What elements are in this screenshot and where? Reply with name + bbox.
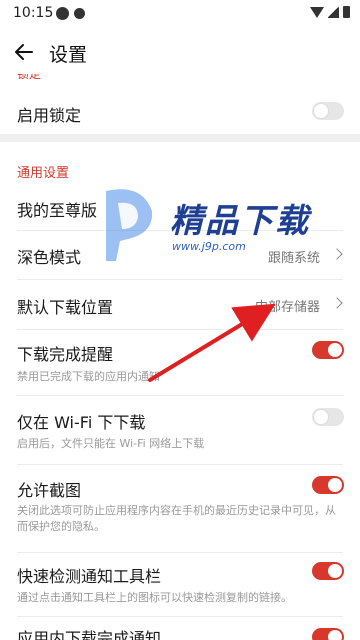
wifi-only-subtitle: 启用后，文件只能在 Wi-Fi 网络上下载 [17, 437, 205, 450]
toggle-knob [328, 564, 342, 578]
app-bar: 设置 [0, 26, 360, 78]
lock-row[interactable]: 启用锁定 [0, 92, 360, 132]
status-bar: 10:15 [0, 0, 360, 26]
download-location-row[interactable]: 默认下载位置 内部存储器 [0, 282, 360, 328]
battery-icon [343, 6, 350, 18]
clipped-section-title: 锁定 [17, 74, 45, 80]
download-complete-toggle[interactable] [312, 341, 344, 359]
play-icon [74, 8, 85, 19]
divider [17, 616, 343, 617]
lock-toggle[interactable] [312, 102, 344, 120]
toggle-knob [328, 478, 342, 492]
download-location-title: 默认下载位置 [17, 298, 114, 317]
quick-detect-row[interactable]: 快速检测通知工具栏 通过点击通知工具栏上的图标可以快速检测复制的链接。 [0, 554, 360, 610]
wifi-only-row[interactable]: 仅在 Wi-Fi 下下载 启用后，文件只能在 Wi-Fi 网络上下载 [0, 400, 360, 460]
section-title-general: 通用设置 [17, 166, 70, 181]
in-app-download-row[interactable]: 应用内下载完成通知 [0, 620, 360, 640]
download-complete-subtitle: 禁用已完成下载的应用内通知 [17, 370, 160, 383]
dark-mode-value: 跟随系统 [267, 251, 320, 266]
supreme-title: 我的至尊版 [17, 201, 98, 220]
toggle-knob [328, 630, 342, 640]
divider [17, 279, 343, 280]
chevron-right-icon [331, 297, 343, 309]
divider [17, 552, 343, 553]
divider [17, 464, 343, 465]
wifi-only-title: 仅在 Wi-Fi 下下载 [17, 413, 146, 432]
lock-title: 启用锁定 [17, 106, 82, 125]
back-arrow-icon[interactable] [10, 38, 38, 66]
notification-icon [56, 7, 69, 20]
quick-detect-toggle[interactable] [312, 562, 344, 580]
wifi-icon [310, 6, 324, 18]
toggle-knob [328, 343, 342, 357]
toggle-knob [314, 104, 328, 118]
download-complete-title: 下载完成提醒 [17, 345, 114, 364]
divider [17, 395, 343, 396]
status-indicators [310, 6, 350, 18]
quick-detect-title: 快速检测通知工具栏 [17, 567, 162, 586]
dark-mode-row[interactable]: 深色模式 跟随系统 [0, 232, 360, 278]
divider [17, 230, 343, 231]
chevron-right-icon [331, 248, 343, 260]
in-app-download-toggle[interactable] [312, 628, 344, 640]
screenshot-row[interactable]: 允许截图 关闭此选项可防止应用程序内容在手机的最近历史记录中可见，从而保护您的隐… [0, 468, 360, 548]
download-complete-row[interactable]: 下载完成提醒 禁用已完成下载的应用内通知 [0, 333, 360, 393]
divider [17, 329, 343, 330]
quick-detect-subtitle: 通过点击通知工具栏上的图标可以快速检测复制的链接。 [17, 591, 292, 604]
section-separator [0, 134, 360, 142]
in-app-download-title: 应用内下载完成通知 [17, 629, 162, 640]
screenshot-title: 允许截图 [17, 481, 82, 500]
download-location-value: 内部存储器 [254, 300, 320, 315]
toggle-knob [314, 410, 328, 424]
dark-mode-title: 深色模式 [17, 248, 82, 267]
screenshot-toggle[interactable] [312, 476, 344, 494]
wifi-only-toggle[interactable] [312, 408, 344, 426]
status-time: 10:15 [13, 5, 54, 21]
screenshot-subtitle: 关闭此选项可防止应用程序内容在手机的最近历史记录中可见，从而保护您的隐私。 [17, 504, 336, 533]
page-title: 设置 [49, 44, 88, 66]
supreme-row[interactable]: 我的至尊版 [0, 188, 360, 228]
signal-icon [328, 6, 339, 18]
